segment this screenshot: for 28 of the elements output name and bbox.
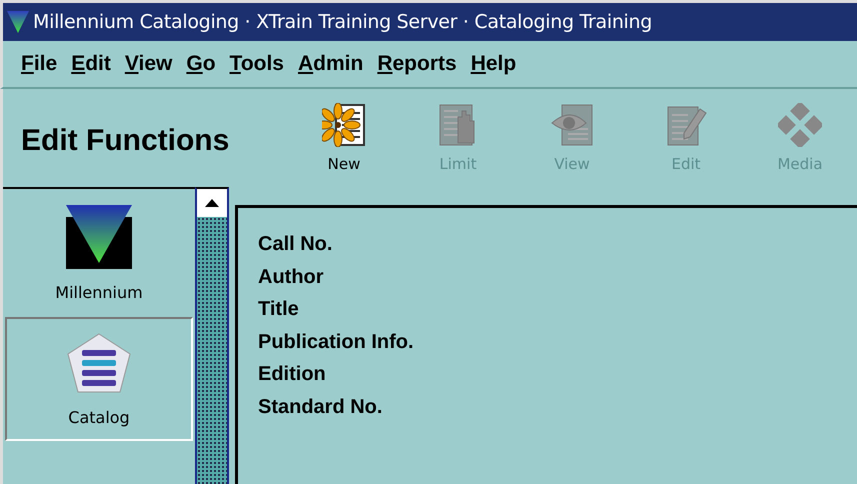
scroll-up-button[interactable]	[197, 189, 227, 217]
menu-item[interactable]: Help	[470, 52, 516, 76]
toolbar-button[interactable]: New	[308, 103, 380, 173]
menu-item[interactable]: Go	[186, 52, 216, 76]
catalog-icon	[66, 332, 132, 394]
field-label: Publication Info.	[258, 330, 415, 354]
menu-item[interactable]: View	[124, 52, 172, 76]
field-label: Author	[258, 264, 325, 290]
diamonds-icon	[778, 103, 822, 147]
field-label: Standard No.	[258, 394, 384, 420]
triangle-logo-icon	[66, 204, 132, 268]
field-label: Edition	[258, 362, 327, 387]
menu-item[interactable]: Reports	[377, 52, 457, 76]
window-title: Millennium Cataloging · XTrain Training Server · Cataloging Training	[33, 11, 652, 33]
up-arrow-icon	[205, 199, 219, 207]
triangle-logo-icon	[7, 11, 29, 33]
field-label: Call No.	[258, 232, 334, 257]
menu-item[interactable]: File	[21, 52, 58, 76]
menu-item[interactable]: Edit	[71, 52, 111, 76]
document-eye-icon	[550, 103, 594, 147]
page-heading: Edit Functions	[20, 124, 230, 158]
menu-item[interactable]: Admin	[298, 52, 364, 76]
document-flower-icon	[322, 103, 366, 147]
menu-item[interactable]: Tools	[230, 52, 284, 76]
scrollbar[interactable]	[195, 187, 229, 484]
field-label: Title	[258, 297, 300, 322]
sidebar-item[interactable]: Millennium	[5, 191, 193, 315]
sidebar-item[interactable]: Catalog	[5, 317, 193, 441]
